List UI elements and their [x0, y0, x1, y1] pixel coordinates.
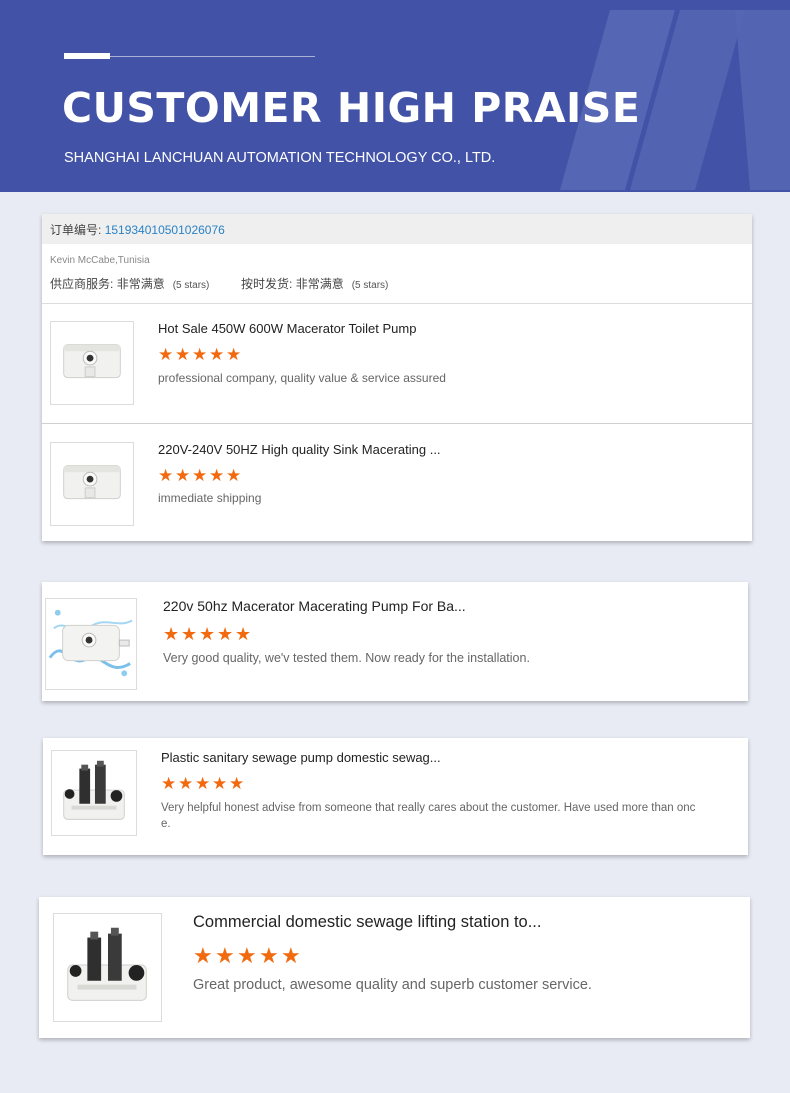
- product-image[interactable]: [53, 913, 162, 1022]
- star-icon: ★: [215, 943, 235, 968]
- star-icon: ★: [163, 624, 180, 644]
- review-card: Plastic sanitary sewage pump domestic se…: [43, 738, 748, 855]
- order-number[interactable]: 151934010501026076: [105, 223, 225, 237]
- star-icon: ★: [209, 466, 225, 485]
- star-icon: ★: [192, 466, 208, 485]
- star-icon: ★: [237, 943, 257, 968]
- on-time-delivery-rating: 按时发货: 非常满意 (5 stars): [241, 277, 389, 291]
- star-icon: ★: [158, 466, 174, 485]
- star-rating: ★ ★ ★ ★ ★: [193, 945, 303, 967]
- star-icon: ★: [209, 345, 225, 364]
- sewage-lifting-station-icon: [63, 760, 125, 820]
- buyer-name: Kevin McCabe,Tunisia: [50, 255, 150, 266]
- divider: [42, 423, 752, 424]
- supplier-service-rating: 供应商服务: 非常满意 (5 stars): [50, 277, 210, 291]
- star-icon: ★: [175, 466, 191, 485]
- star-icon: ★: [199, 624, 216, 644]
- product-title[interactable]: Commercial domestic sewage lifting stati…: [193, 913, 541, 932]
- review-card: 220v 50hz Macerator Macerating Pump For …: [42, 582, 748, 701]
- divider: [42, 303, 752, 304]
- review-text: Very good quality, we'v tested them. Now…: [163, 651, 530, 665]
- star-icon: ★: [259, 943, 279, 968]
- review-text: Very helpful honest advise from someone …: [161, 802, 696, 830]
- sewage-lifting-station-icon: [67, 927, 147, 1001]
- star-icon: ★: [212, 774, 228, 793]
- macerator-pump-icon: [63, 464, 121, 500]
- order-header: 订单编号: 151934010501026076: [42, 214, 752, 244]
- product-title[interactable]: Hot Sale 450W 600W Macerator Toilet Pump: [158, 321, 416, 336]
- review-card: Commercial domestic sewage lifting stati…: [39, 897, 750, 1038]
- page-title: CUSTOMER HIGH PRAISE: [62, 84, 641, 132]
- star-icon: ★: [235, 624, 252, 644]
- star-icon: ★: [193, 943, 213, 968]
- macerator-pump-splash-icon: [48, 609, 133, 677]
- company-name: SHANGHAI LANCHUAN AUTOMATION TECHNOLOGY …: [64, 150, 496, 166]
- star-icon: ★: [229, 774, 245, 793]
- product-image[interactable]: [51, 750, 137, 836]
- star-icon: ★: [195, 774, 211, 793]
- review-text: professional company, quality value & se…: [158, 371, 446, 385]
- star-icon: ★: [226, 345, 242, 364]
- star-icon: ★: [226, 466, 242, 485]
- star-icon: ★: [178, 774, 194, 793]
- star-icon: ★: [175, 345, 191, 364]
- product-image[interactable]: [45, 598, 137, 690]
- banner: CUSTOMER HIGH PRAISE SHANGHAI LANCHUAN A…: [0, 0, 790, 192]
- star-rating: ★ ★ ★ ★ ★: [163, 625, 253, 643]
- macerator-pump-icon: [63, 343, 121, 379]
- star-icon: ★: [217, 624, 234, 644]
- product-image[interactable]: [50, 321, 134, 405]
- title-accent-bar: [64, 53, 110, 59]
- review-text: Great product, awesome quality and super…: [193, 977, 592, 993]
- star-rating: ★ ★ ★ ★ ★: [161, 775, 246, 792]
- product-image[interactable]: [50, 442, 134, 526]
- product-title[interactable]: 220v 50hz Macerator Macerating Pump For …: [163, 598, 466, 614]
- star-rating: ★ ★ ★ ★ ★: [158, 467, 243, 484]
- star-icon: ★: [181, 624, 198, 644]
- star-icon: ★: [281, 943, 301, 968]
- star-rating: ★ ★ ★ ★ ★: [158, 346, 243, 363]
- star-icon: ★: [158, 345, 174, 364]
- review-text: immediate shipping: [158, 491, 262, 505]
- order-review-card: 订单编号: 151934010501026076 Kevin McCabe,Tu…: [42, 214, 752, 541]
- star-icon: ★: [192, 345, 208, 364]
- order-number-label: 订单编号:: [50, 223, 102, 237]
- title-accent-line: [110, 56, 315, 57]
- product-title[interactable]: 220V-240V 50HZ High quality Sink Macerat…: [158, 442, 441, 457]
- product-title[interactable]: Plastic sanitary sewage pump domestic se…: [161, 750, 441, 765]
- star-icon: ★: [161, 774, 177, 793]
